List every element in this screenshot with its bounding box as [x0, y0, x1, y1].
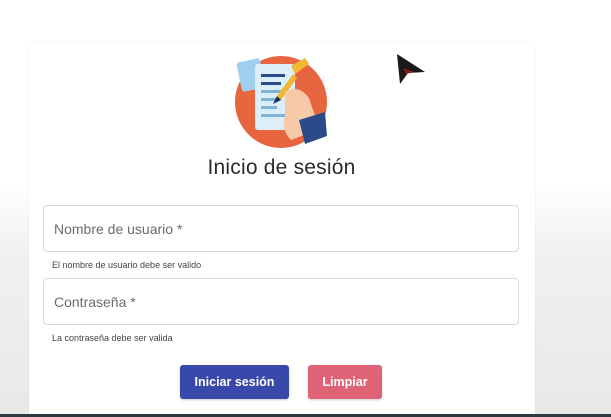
username-input[interactable] — [44, 206, 518, 251]
username-hint: El nombre de usuario debe ser valido — [52, 260, 202, 270]
page-title: Inicio de sesión — [207, 156, 356, 179]
password-hint: La contraseña debe ser valida — [52, 333, 173, 343]
mouse-pointer-icon — [397, 54, 425, 84]
login-button[interactable]: Iniciar sesión — [180, 365, 289, 399]
document-signing-icon — [235, 56, 327, 148]
clear-button[interactable]: Limpiar — [308, 365, 382, 399]
password-field[interactable] — [43, 278, 519, 325]
username-field[interactable] — [43, 205, 519, 252]
password-input[interactable] — [44, 279, 518, 324]
